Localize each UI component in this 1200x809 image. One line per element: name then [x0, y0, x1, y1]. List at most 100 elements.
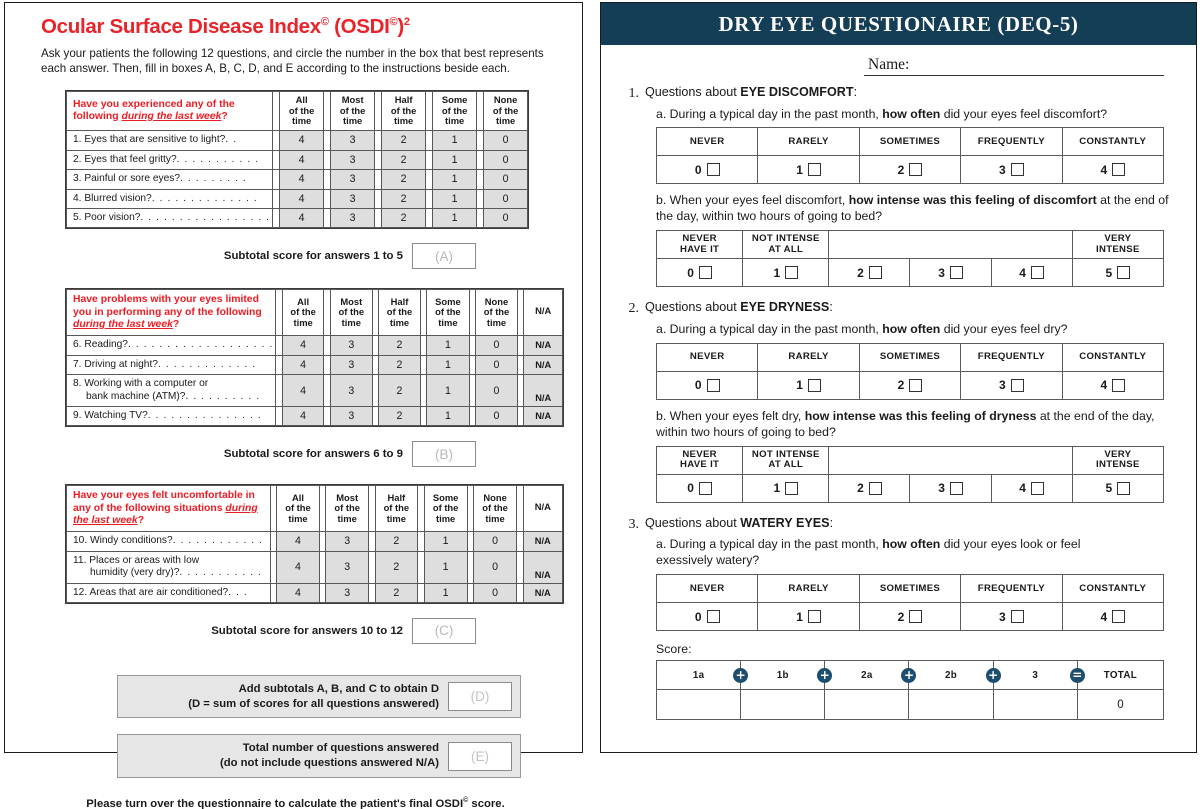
option-cell-2[interactable]: 2: [858, 155, 962, 185]
score-option-na[interactable]: N/A: [522, 531, 564, 552]
score-option-1[interactable]: 1: [432, 188, 478, 210]
score-option-na[interactable]: N/A: [522, 582, 564, 603]
score-option-2[interactable]: 2: [381, 149, 427, 171]
score-option-2[interactable]: 2: [374, 550, 419, 584]
checkbox-icon[interactable]: [706, 610, 720, 624]
checkbox-icon[interactable]: [1030, 266, 1044, 280]
score-option-1[interactable]: 1: [423, 582, 468, 603]
option-cell-4[interactable]: 4: [990, 473, 1073, 503]
checkbox-icon[interactable]: [1112, 163, 1126, 177]
score-option-4[interactable]: 4: [279, 130, 325, 151]
option-cell-2[interactable]: 2: [858, 602, 962, 632]
score-option-4[interactable]: 4: [281, 354, 325, 376]
option-cell-4[interactable]: 4: [1061, 602, 1165, 632]
option-cell-3[interactable]: 3: [909, 258, 992, 288]
score-option-3[interactable]: 3: [325, 531, 369, 552]
score-option-2[interactable]: 2: [381, 169, 427, 190]
checkbox-icon[interactable]: [868, 266, 882, 280]
score-option-2[interactable]: 2: [381, 188, 427, 210]
score-option-na[interactable]: N/A: [523, 354, 563, 376]
score-option-0[interactable]: 0: [483, 149, 529, 171]
score-option-4[interactable]: 4: [279, 188, 325, 210]
score-option-4[interactable]: 4: [281, 335, 325, 356]
score-option-1[interactable]: 1: [426, 374, 470, 407]
score-input-1b[interactable]: [740, 689, 826, 721]
score-option-2[interactable]: 2: [378, 405, 421, 427]
score-option-1[interactable]: 1: [426, 335, 470, 356]
score-option-4[interactable]: 4: [276, 550, 320, 584]
checkbox-icon[interactable]: [909, 610, 923, 624]
option-cell-4[interactable]: 4: [1061, 155, 1165, 185]
score-option-1[interactable]: 1: [432, 149, 478, 171]
score-option-0[interactable]: 0: [473, 550, 517, 584]
score-option-0[interactable]: 0: [474, 354, 519, 376]
score-option-4[interactable]: 4: [276, 582, 320, 603]
score-option-2[interactable]: 2: [378, 374, 421, 407]
score-option-3[interactable]: 3: [330, 130, 376, 151]
score-option-3[interactable]: 3: [325, 550, 369, 584]
score-input-2b[interactable]: [908, 689, 994, 721]
score-option-3[interactable]: 3: [330, 149, 376, 171]
score-option-2[interactable]: 2: [381, 130, 427, 151]
score-option-1[interactable]: 1: [423, 550, 468, 584]
score-option-0[interactable]: 0: [483, 169, 529, 190]
option-cell-1[interactable]: 1: [757, 602, 860, 632]
checkbox-icon[interactable]: [785, 481, 799, 495]
score-option-3[interactable]: 3: [329, 405, 373, 427]
checkbox-icon[interactable]: [1010, 378, 1024, 392]
option-cell-2[interactable]: 2: [828, 473, 911, 503]
checkbox-icon[interactable]: [706, 378, 720, 392]
score-option-3[interactable]: 3: [330, 188, 376, 210]
score-option-3[interactable]: 3: [329, 335, 373, 356]
score-option-2[interactable]: 2: [374, 531, 419, 552]
score-option-3[interactable]: 3: [329, 374, 373, 407]
option-cell-5[interactable]: 5: [1071, 473, 1165, 503]
option-cell-4[interactable]: 4: [990, 258, 1073, 288]
checkbox-icon[interactable]: [706, 163, 720, 177]
checkbox-icon[interactable]: [807, 378, 821, 392]
checkbox-icon[interactable]: [1112, 378, 1126, 392]
score-option-4[interactable]: 4: [281, 405, 325, 427]
score-option-1[interactable]: 1: [426, 405, 470, 427]
score-option-2[interactable]: 2: [374, 582, 419, 603]
checkbox-icon[interactable]: [1030, 481, 1044, 495]
total-e-box[interactable]: (E): [448, 741, 512, 771]
score-option-na[interactable]: N/A: [523, 405, 563, 427]
score-option-3[interactable]: 3: [329, 354, 373, 376]
score-option-4[interactable]: 4: [279, 149, 325, 171]
score-option-1[interactable]: 1: [432, 130, 478, 151]
subtotal-c-box[interactable]: (C): [412, 617, 476, 644]
checkbox-icon[interactable]: [698, 481, 712, 495]
option-cell-1[interactable]: 1: [757, 155, 860, 185]
score-option-1[interactable]: 1: [423, 531, 468, 552]
checkbox-icon[interactable]: [807, 610, 821, 624]
option-cell-3[interactable]: 3: [960, 155, 1063, 185]
option-cell-0[interactable]: 0: [655, 155, 759, 185]
option-cell-0[interactable]: 0: [655, 602, 759, 632]
score-option-2[interactable]: 2: [378, 354, 421, 376]
score-option-na[interactable]: N/A: [522, 550, 564, 584]
option-cell-1[interactable]: 1: [742, 473, 830, 503]
score-input-2a[interactable]: [824, 689, 910, 721]
checkbox-icon[interactable]: [1117, 481, 1131, 495]
checkbox-icon[interactable]: [909, 163, 923, 177]
checkbox-icon[interactable]: [698, 266, 712, 280]
option-cell-0[interactable]: 0: [655, 473, 744, 503]
option-cell-5[interactable]: 5: [1071, 258, 1165, 288]
score-option-0[interactable]: 0: [483, 208, 529, 229]
score-option-1[interactable]: 1: [432, 169, 478, 190]
score-option-3[interactable]: 3: [325, 582, 369, 603]
score-option-1[interactable]: 1: [432, 208, 478, 229]
score-option-4[interactable]: 4: [279, 169, 325, 190]
checkbox-icon[interactable]: [807, 163, 821, 177]
checkbox-icon[interactable]: [949, 266, 963, 280]
option-cell-0[interactable]: 0: [655, 258, 744, 288]
score-option-0[interactable]: 0: [483, 130, 529, 151]
score-option-na[interactable]: N/A: [523, 335, 563, 356]
score-option-1[interactable]: 1: [426, 354, 470, 376]
option-cell-2[interactable]: 2: [858, 370, 962, 400]
checkbox-icon[interactable]: [1117, 266, 1131, 280]
checkbox-icon[interactable]: [868, 481, 882, 495]
checkbox-icon[interactable]: [909, 378, 923, 392]
score-option-3[interactable]: 3: [330, 208, 376, 229]
